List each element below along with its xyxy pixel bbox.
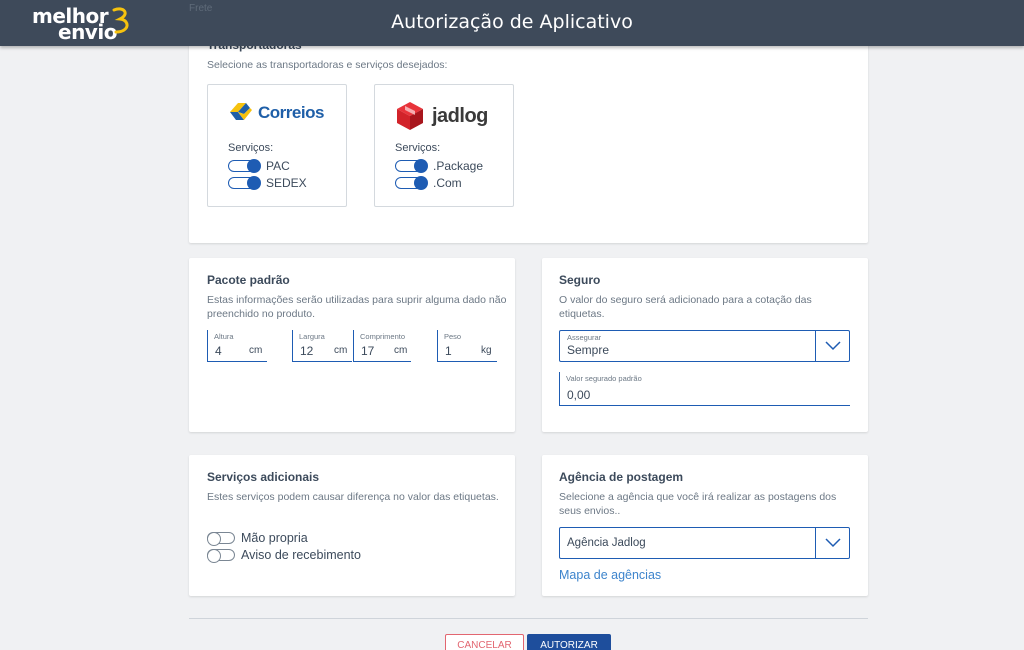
footer-divider xyxy=(189,618,868,619)
toggle-switch[interactable] xyxy=(228,158,261,173)
section-peek-label: Frete xyxy=(189,3,213,14)
chevron-down-icon[interactable] xyxy=(815,528,849,558)
largura-field[interactable]: Largura 12 cm xyxy=(292,330,352,362)
insurance-title: Seguro xyxy=(559,273,601,287)
correios-services-label: Serviços: xyxy=(228,142,274,154)
package-description: Estas informações serão utilizadas para … xyxy=(207,294,507,320)
agency-description: Selecione a agência que você irá realiza… xyxy=(559,491,837,517)
app-header: melhor envio Autorização de Aplicativo xyxy=(0,0,1024,46)
chevron-down-icon[interactable] xyxy=(815,331,849,361)
assegurar-select[interactable]: Assegurar Sempre xyxy=(559,330,850,362)
service-toggle-pac[interactable]: PAC xyxy=(228,158,290,174)
extra-services-card: Serviços adicionais Estes serviços podem… xyxy=(189,455,515,596)
correios-logo-text: Correios xyxy=(258,103,324,122)
select-label: Assegurar xyxy=(567,333,602,342)
field-unit: cm xyxy=(334,345,348,356)
option-label: Mão propria xyxy=(241,531,308,545)
agency-title: Agência de postagem xyxy=(559,470,684,484)
select-value: Sempre xyxy=(567,343,610,357)
service-toggle-com[interactable]: .Com xyxy=(395,175,462,191)
package-card: Pacote padrão Estas informações serão ut… xyxy=(189,258,515,432)
option-toggle-mao-propria[interactable]: Mão propria xyxy=(206,530,308,546)
service-toggle-package[interactable]: .Package xyxy=(395,158,483,174)
peso-field[interactable]: Peso 1 kg xyxy=(437,330,497,362)
service-label: .Com xyxy=(433,176,462,190)
option-label: Aviso de recebimento xyxy=(241,548,361,562)
jadlog-cube-icon xyxy=(397,102,423,130)
toggle-switch[interactable] xyxy=(228,175,261,190)
toggle-switch[interactable] xyxy=(206,531,235,546)
field-unit: kg xyxy=(481,345,492,356)
extra-services-title: Serviços adicionais xyxy=(207,470,320,484)
field-value[interactable]: 17 xyxy=(361,344,374,358)
service-label: PAC xyxy=(266,159,290,173)
agency-map-link[interactable]: Mapa de agências xyxy=(559,568,661,582)
select-value: Agência Jadlog xyxy=(567,537,646,549)
jadlog-logo-text: jadlog xyxy=(432,105,488,127)
valor-segurado-field[interactable]: Valor segurado padrão 0,00 xyxy=(559,372,850,406)
field-value[interactable]: 12 xyxy=(300,344,313,358)
toggle-switch[interactable] xyxy=(395,175,428,190)
field-unit: cm xyxy=(249,345,263,356)
field-label: Comprimento xyxy=(360,332,406,341)
field-label: Valor segurado padrão xyxy=(566,374,642,383)
service-label: .Package xyxy=(433,159,484,173)
carriers-card: Transportadoras Selecione as transportad… xyxy=(189,30,868,243)
insurance-description: O valor do seguro será adicionado para a… xyxy=(559,294,812,320)
authorize-button[interactable]: AUTORIZAR xyxy=(527,634,611,650)
page-title: Autorização de Aplicativo xyxy=(391,11,633,33)
service-label: SEDEX xyxy=(266,176,307,190)
field-label: Peso xyxy=(444,332,462,341)
carriers-description: Selecione as transportadoras e serviços … xyxy=(207,59,448,71)
package-title: Pacote padrão xyxy=(207,273,290,287)
agency-select[interactable]: Agência Jadlog xyxy=(559,527,850,559)
service-toggle-sedex[interactable]: SEDEX xyxy=(228,175,307,191)
field-value[interactable]: 1 xyxy=(445,344,452,358)
field-label: Largura xyxy=(299,332,325,341)
carrier-card-correios[interactable]: Correios Serviços: PAC SEDEX xyxy=(207,84,347,207)
field-label: Altura xyxy=(214,332,234,341)
option-toggle-aviso-recebimento[interactable]: Aviso de recebimento xyxy=(206,547,361,563)
extra-services-description: Estes serviços podem causar diferença no… xyxy=(207,491,499,503)
jadlog-services-label: Serviços: xyxy=(395,142,441,154)
cancel-button[interactable]: CANCELAR xyxy=(445,634,524,650)
field-value[interactable]: 0,00 xyxy=(567,388,590,402)
comprimento-field[interactable]: Comprimento 17 cm xyxy=(353,330,411,362)
field-value[interactable]: 4 xyxy=(215,344,222,358)
agency-card: Agência de postagem Selecione a agência … xyxy=(542,455,868,596)
toggle-switch[interactable] xyxy=(395,158,428,173)
carrier-card-jadlog[interactable]: jadlog Serviços: .Package .Com xyxy=(374,84,514,207)
field-unit: cm xyxy=(394,345,408,356)
altura-field[interactable]: Altura 4 cm xyxy=(207,330,267,362)
toggle-switch[interactable] xyxy=(206,548,235,563)
insurance-card: Seguro O valor do seguro será adicionado… xyxy=(542,258,868,432)
